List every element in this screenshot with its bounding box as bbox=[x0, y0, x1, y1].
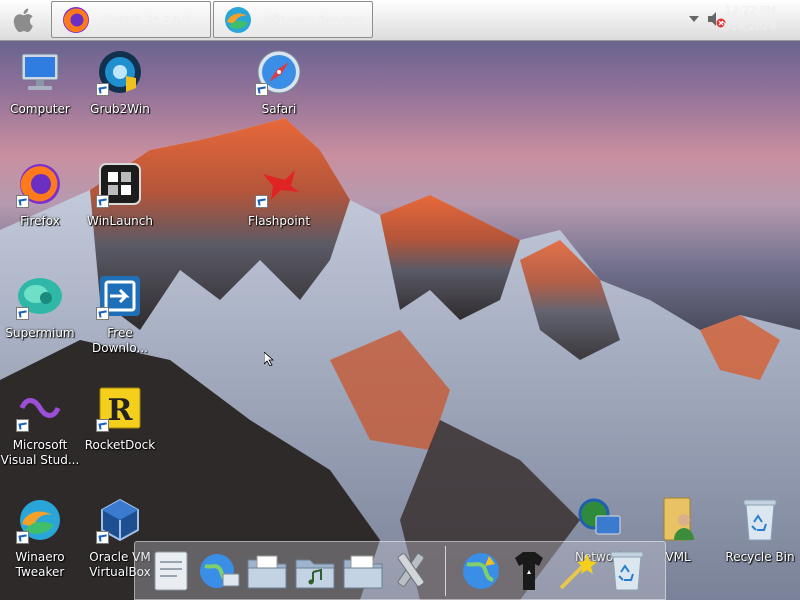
apple-logo-icon bbox=[13, 8, 33, 33]
network-globe-icon[interactable] bbox=[197, 548, 241, 594]
start-button[interactable] bbox=[8, 4, 42, 36]
desktop-icon-label: WinLaunch bbox=[87, 214, 153, 228]
shortcut-arrow-icon bbox=[96, 419, 109, 432]
desktop-icon-winlaunch[interactable]: WinLaunch bbox=[80, 160, 160, 229]
computer-icon bbox=[21, 53, 59, 90]
shortcut-arrow-icon bbox=[96, 195, 109, 208]
desktop-icon-recycle-bin[interactable]: Recycle Bin bbox=[720, 496, 800, 565]
dock-separator bbox=[445, 546, 446, 596]
desktop-icon-visual-studio[interactable]: Microsoft Visual Stud... bbox=[0, 384, 80, 468]
mouse-cursor-icon bbox=[264, 352, 274, 366]
shortcut-arrow-icon bbox=[16, 195, 29, 208]
taskbar-button-label: Winaero Tweaker bbox=[264, 12, 366, 27]
desktop-icon-label: Safari bbox=[261, 102, 297, 116]
chevron-down-icon[interactable] bbox=[688, 14, 700, 24]
svg-text:R: R bbox=[108, 393, 134, 428]
shortcut-arrow-icon bbox=[96, 531, 109, 544]
shortcut-arrow-icon bbox=[255, 83, 268, 96]
taskbar-button-cobalt[interactable]: Cobalt 24.24.0 bbox=[51, 1, 211, 38]
desktop-icon-computer[interactable]: Computer bbox=[0, 48, 80, 117]
desktop-icon-free-download-manager[interactable]: Free Downlo... bbox=[80, 272, 160, 356]
clock-date[interactable]: 2/14/2024 bbox=[720, 20, 776, 33]
desktop-icon-grub2win[interactable]: Grub2Win bbox=[80, 48, 160, 117]
internet-globe-icon[interactable] bbox=[459, 548, 503, 594]
desktop-icon-label: Flashpoint bbox=[247, 214, 311, 228]
desktop-icon-rocketdock[interactable]: R RocketDock bbox=[80, 384, 160, 453]
folder-user-icon bbox=[663, 497, 694, 541]
recycle-bin-icon[interactable] bbox=[605, 548, 649, 594]
desktop-icon-label: Supermium bbox=[5, 326, 75, 340]
notepad-icon[interactable] bbox=[149, 548, 193, 594]
winaero-tweaker-icon bbox=[225, 6, 251, 33]
desktop-icon-flashpoint[interactable]: Flashpoint bbox=[239, 160, 319, 229]
shortcut-arrow-icon bbox=[16, 419, 29, 432]
shortcut-arrow-icon bbox=[96, 307, 109, 320]
taskbar-button-winaero-tweaker[interactable]: Winaero Tweaker bbox=[213, 1, 373, 38]
magic-wand-icon[interactable] bbox=[555, 548, 599, 594]
desktop-icon-label: Winaero Tweaker bbox=[15, 550, 65, 579]
firefox-icon bbox=[63, 6, 89, 33]
shortcut-arrow-icon bbox=[255, 195, 268, 208]
desktop-icon-winaero-tweaker[interactable]: Winaero Tweaker bbox=[0, 496, 80, 580]
network-icon bbox=[578, 498, 621, 535]
desktop-icon-label: Free Downlo... bbox=[92, 326, 148, 355]
desktop-icon-label: Microsoft Visual Stud... bbox=[0, 438, 80, 467]
recycle-bin-icon bbox=[743, 499, 777, 541]
rocketdock bbox=[134, 541, 666, 600]
shortcut-arrow-icon bbox=[96, 83, 109, 96]
shortcut-arrow-icon bbox=[16, 307, 29, 320]
shortcut-arrow-icon bbox=[16, 531, 29, 544]
desktop-icon-label: Computer bbox=[10, 102, 70, 116]
desktop-icon-label: Recycle Bin bbox=[725, 550, 795, 564]
clock-time[interactable]: 12:22 PM bbox=[725, 4, 776, 17]
desktop-icon-safari[interactable]: Safari bbox=[239, 48, 319, 117]
folder-music-icon[interactable] bbox=[293, 548, 337, 594]
taskbar-button-label: Cobalt 24.24.0 bbox=[102, 12, 191, 27]
taskbar: Cobalt 24.24.0 Winaero Tweaker 12:22 PM … bbox=[0, 0, 800, 41]
shirt-icon[interactable] bbox=[507, 548, 551, 594]
folder-pictures-icon[interactable] bbox=[341, 548, 385, 594]
desktop-icon-supermium[interactable]: Supermium bbox=[0, 272, 80, 341]
desktop-icon-label: Grub2Win bbox=[90, 102, 150, 116]
desktop-icon-label: RocketDock bbox=[84, 438, 156, 452]
tools-icon[interactable] bbox=[389, 548, 433, 594]
folder-documents-icon[interactable] bbox=[245, 548, 289, 594]
system-tray: 12:22 PM 2/14/2024 bbox=[660, 0, 800, 40]
desktop-icon-firefox[interactable]: Firefox bbox=[0, 160, 80, 229]
desktop-icon-label: Firefox bbox=[20, 214, 60, 228]
